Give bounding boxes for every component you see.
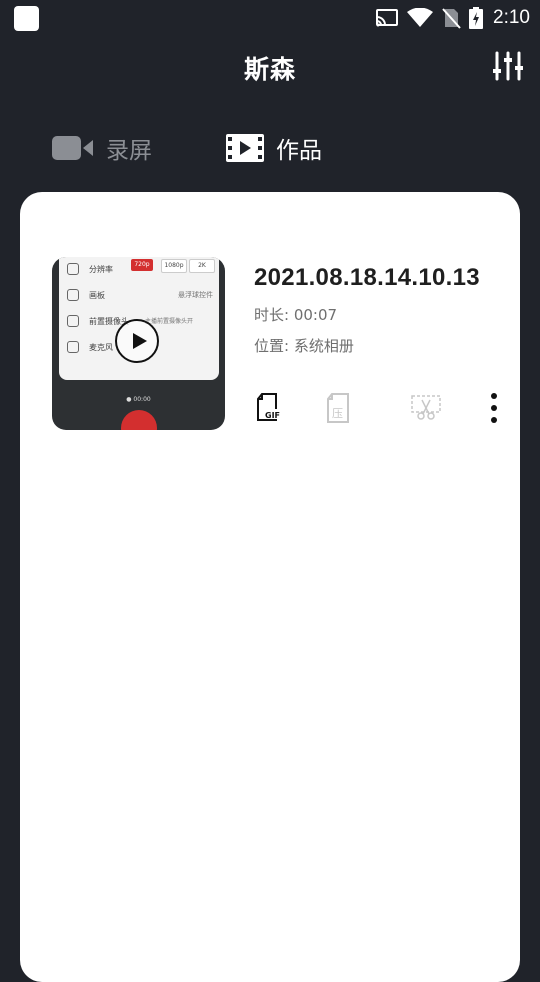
- thumbnail-row: 分辨率: [67, 263, 113, 275]
- thumbnail-row: 前置摄像头: [67, 315, 129, 327]
- video-camera-icon: [52, 136, 93, 160]
- video-location: 位置: 系统相册: [254, 337, 354, 355]
- svg-text:压: 压: [332, 407, 343, 420]
- compress-button[interactable]: 压: [324, 392, 354, 424]
- cast-icon: [376, 9, 399, 27]
- svg-text:GIF: GIF: [265, 411, 280, 420]
- gif-icon: GIF: [257, 393, 282, 421]
- camera-icon: [67, 315, 79, 327]
- thumbnail-rec-time: ● 00:00: [126, 396, 151, 403]
- wifi-icon: [407, 8, 434, 27]
- works-card: 分辨率 720p 1080p 2K 画板 悬浮球控件 前置摄像头 主播前置摄像头…: [20, 192, 520, 982]
- resolution-icon: [67, 263, 79, 275]
- no-sim-icon: [442, 8, 461, 29]
- play-button[interactable]: [115, 319, 159, 363]
- tab-bar: 录屏 作品: [0, 118, 540, 178]
- tune-icon: [493, 51, 523, 81]
- page-title: 斯森: [243, 55, 296, 84]
- tab-works[interactable]: 作品: [226, 130, 322, 166]
- video-name: 2021.08.18.14.10.13: [254, 264, 480, 291]
- settings-button[interactable]: [492, 50, 524, 82]
- compress-icon: 压: [327, 393, 349, 423]
- pen-icon: [67, 289, 79, 301]
- thumbnail-pill: 720p: [131, 259, 153, 271]
- video-thumbnail[interactable]: 分辨率 720p 1080p 2K 画板 悬浮球控件 前置摄像头 主播前置摄像头…: [52, 257, 225, 430]
- video-actions: GIF 压: [254, 392, 514, 426]
- status-time: 2:10: [493, 7, 530, 28]
- thumbnail-side-text: 悬浮球控件: [178, 291, 213, 299]
- more-icon: [491, 393, 497, 423]
- thumbnail-pill: 2K: [189, 259, 215, 273]
- thumbnail-side-text: 主播前置摄像头开: [145, 318, 194, 325]
- more-button[interactable]: [484, 392, 504, 424]
- convert-gif-button[interactable]: GIF: [254, 392, 284, 424]
- thumbnail-record-button: [121, 410, 157, 430]
- app-bar: 斯森: [0, 36, 540, 100]
- tab-record[interactable]: 录屏: [52, 130, 152, 166]
- battery-charging-icon: [469, 7, 484, 29]
- thumbnail-row: 麦克风: [67, 341, 113, 353]
- status-icons: 2:10: [375, 6, 530, 30]
- thumbnail-row: 画板: [67, 289, 105, 301]
- tab-works-label: 作品: [276, 138, 322, 164]
- video-duration: 时长: 00:07: [254, 306, 338, 324]
- thumbnail-pill: 1080p: [161, 259, 187, 273]
- cut-button[interactable]: [410, 392, 441, 424]
- tab-record-label: 录屏: [106, 138, 152, 164]
- cut-icon: [411, 395, 441, 420]
- video-info: 2021.08.18.14.10.13 时长: 00:07 位置: 系统相册: [254, 264, 480, 356]
- status-bar: 2:10: [0, 0, 540, 36]
- film-icon: [226, 134, 264, 162]
- notification-app-icon: [14, 6, 39, 31]
- mic-icon: [67, 341, 79, 353]
